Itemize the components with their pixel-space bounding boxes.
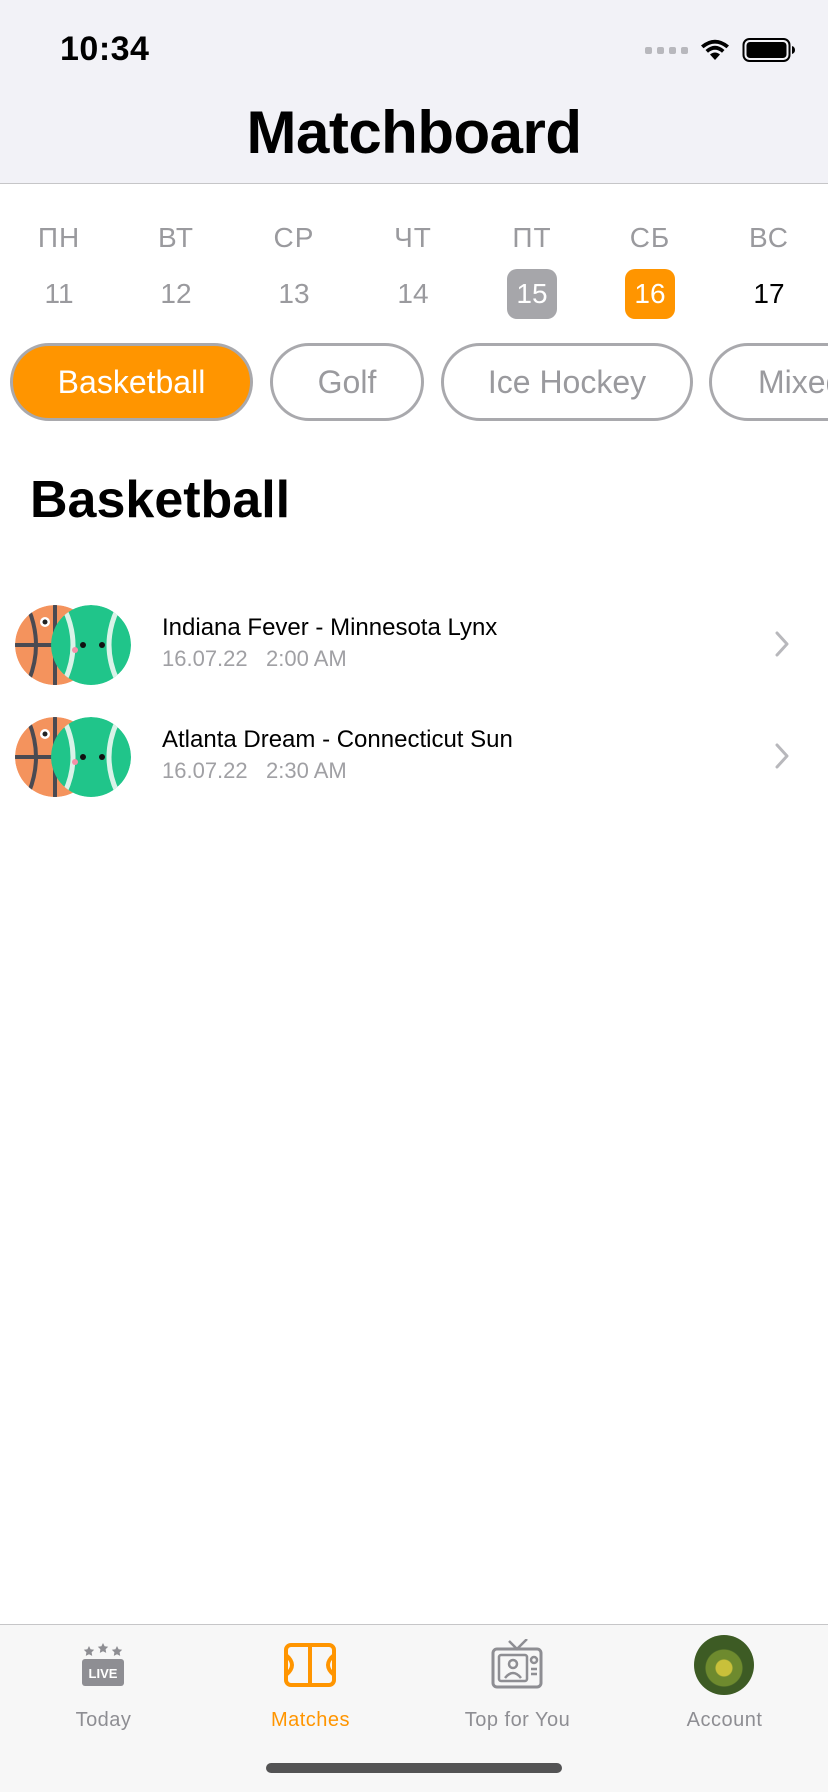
match-date: 16.07.22	[162, 758, 248, 783]
match-datetime: 16.07.22 2:00 AM	[162, 646, 347, 672]
page-title: Matchboard	[246, 99, 582, 166]
chip-basketball[interactable]: Basketball	[10, 343, 253, 421]
match-date: 16.07.22	[162, 646, 248, 671]
match-row[interactable]: Indiana Fever - Minnesota Lynx 16.07.22 …	[0, 594, 828, 694]
status-icons	[645, 36, 796, 64]
day-number: 16	[634, 278, 666, 309]
chevron-right-icon	[775, 743, 789, 769]
tv-icon	[491, 1639, 543, 1689]
match-time: 2:00 AM	[265, 646, 347, 671]
day-item[interactable]: ВС 17	[724, 184, 814, 324]
match-title: Atlanta Dream - Connecticut Sun	[162, 726, 513, 753]
week-strip: ПН 11 ВТ 12 СР 13 ЧТ 14 ПТ 15 СБ 16 ВС 1…	[0, 184, 828, 324]
day-name: ВС	[749, 222, 789, 253]
tab-matches[interactable]: Matches	[207, 1625, 414, 1735]
match-title: Indiana Fever - Minnesota Lynx	[162, 614, 498, 641]
day-number: 15	[516, 278, 548, 309]
sport-filter-chips: Basketball Golf Ice Hockey Mixed	[0, 343, 828, 423]
top-header: 10:34 Matchboard	[0, 0, 828, 184]
live-icon: LIVE	[82, 1643, 124, 1686]
status-time: 10:34	[60, 30, 150, 68]
signal-dots-icon	[645, 46, 688, 54]
day-item[interactable]: ПТ 15	[487, 184, 577, 324]
tab-label: Today	[75, 1709, 132, 1731]
team-logos-icon	[15, 605, 131, 685]
tab-label: Top for You	[464, 1709, 571, 1731]
day-number: 11	[44, 278, 74, 309]
tab-label: Account	[686, 1709, 763, 1731]
day-name: СБ	[629, 222, 671, 253]
match-row[interactable]: Atlanta Dream - Connecticut Sun 16.07.22…	[0, 706, 828, 806]
app-root: 10:34 Matchboard ПН 11 ВТ 12 СР 13 ЧТ 14…	[0, 0, 828, 1792]
day-name: ЧТ	[394, 222, 432, 253]
court-icon	[284, 1643, 336, 1687]
day-item[interactable]: ВТ 12	[131, 184, 221, 324]
day-item[interactable]: ЧТ 14	[368, 184, 458, 324]
day-number: 17	[753, 278, 785, 309]
wifi-icon	[701, 39, 729, 60]
team-logos-icon	[15, 717, 131, 797]
day-number: 12	[160, 278, 192, 309]
day-number: 14	[397, 278, 429, 309]
day-name: ВТ	[158, 222, 194, 253]
day-item[interactable]: СР 13	[249, 184, 339, 324]
match-datetime: 16.07.22 2:30 AM	[162, 758, 347, 784]
svg-text:LIVE: LIVE	[89, 1666, 118, 1681]
tab-top-for-you[interactable]: Top for You	[414, 1625, 621, 1735]
day-item[interactable]: ПН 11	[14, 184, 104, 324]
day-name: СР	[273, 222, 315, 253]
battery-icon	[742, 38, 795, 62]
day-item[interactable]: СБ 16	[605, 184, 695, 324]
chevron-right-icon	[775, 631, 789, 657]
match-time: 2:30 AM	[265, 758, 347, 783]
day-number: 13	[278, 278, 310, 309]
tab-label: Matches	[270, 1709, 351, 1731]
home-indicator[interactable]	[266, 1763, 562, 1773]
tab-today[interactable]: LIVE Today	[0, 1625, 207, 1735]
chip-ice-hockey[interactable]: Ice Hockey	[441, 343, 693, 421]
chip-golf[interactable]: Golf	[270, 343, 424, 421]
section-title: Basketball	[30, 471, 291, 529]
chip-mixed[interactable]: Mixed	[709, 343, 828, 421]
tab-account[interactable]: Account	[621, 1625, 828, 1735]
avatar-icon	[694, 1635, 754, 1695]
day-name: ПТ	[512, 222, 552, 253]
day-name: ПН	[37, 222, 81, 253]
